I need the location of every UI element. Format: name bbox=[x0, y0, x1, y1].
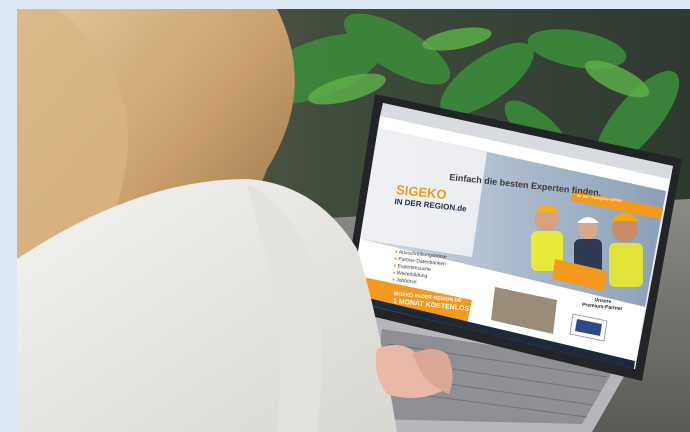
photo: Einfach die besten Experten finden. SIGE… bbox=[17, 9, 690, 432]
website-menu-label: Jobbörse bbox=[395, 277, 417, 286]
website-menu-list: ● Ausschreibungsbörse ● Partner-Datenban… bbox=[391, 249, 447, 289]
photo-scene bbox=[17, 9, 690, 432]
